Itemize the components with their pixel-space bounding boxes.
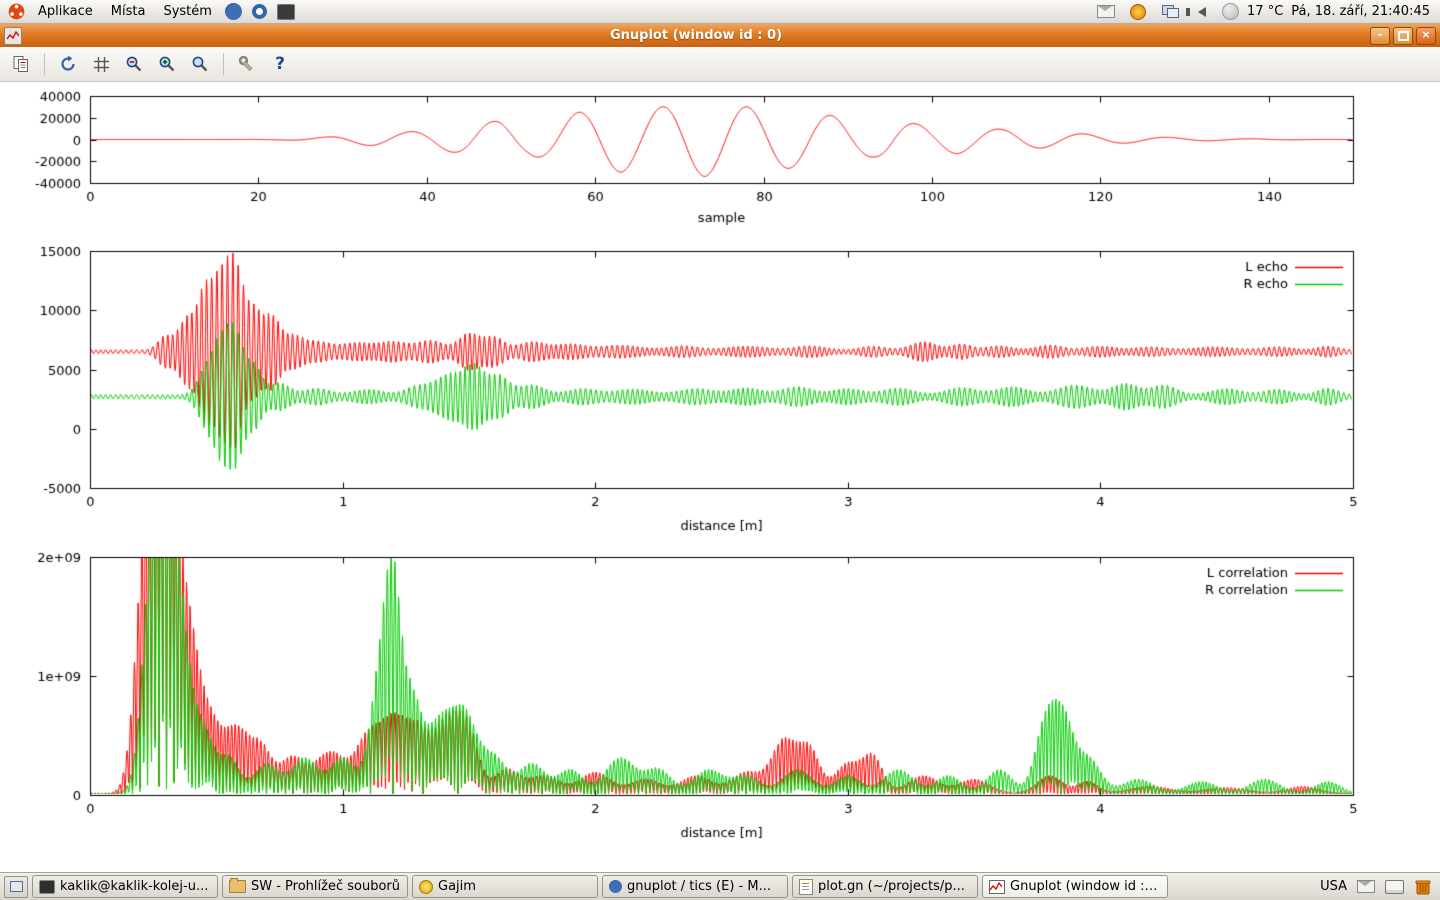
task-file-manager[interactable]: SW - Prohlížeč souborů [222, 875, 408, 898]
gajim-icon [419, 880, 433, 894]
volume-icon[interactable] [1193, 3, 1211, 21]
task-label: Gnuplot (window id : 0) [1010, 879, 1161, 894]
terminal-icon [39, 880, 55, 894]
window-title: Gnuplot (window id : 0) [22, 28, 1370, 43]
firefox-launcher-icon[interactable] [225, 3, 243, 21]
gnuplot-icon [989, 880, 1005, 894]
trash-icon[interactable] [1414, 878, 1432, 896]
gnuplot-window: Gnuplot (window id : 0) – × ? [0, 24, 1440, 872]
task-label: SW - Prohlížeč souborů [251, 879, 400, 894]
menu-system[interactable]: Systém [155, 2, 219, 21]
mail-notification-icon[interactable] [1097, 3, 1115, 21]
panel-clock[interactable]: Pá, 18. září, 21:40:45 [1291, 4, 1430, 19]
gnuplot-plot-area[interactable] [0, 82, 1440, 872]
task-label: kaklik@kaklik-kolej-u... [60, 879, 208, 894]
show-desktop-button[interactable] [4, 876, 28, 898]
task-label: plot.gn (~/projects/p... [818, 879, 965, 894]
task-label: gnuplot / tics (E) - M... [627, 879, 771, 894]
help-icon[interactable]: ? [267, 51, 293, 77]
menu-places[interactable]: Místa [103, 2, 154, 21]
configure-icon[interactable] [234, 51, 260, 77]
autoscale-icon[interactable] [187, 51, 213, 77]
menu-applications[interactable]: Aplikace [30, 2, 101, 21]
zoom-next-icon[interactable] [154, 51, 180, 77]
task-terminal[interactable]: kaklik@kaklik-kolej-u... [32, 875, 218, 898]
ubuntu-logo-icon[interactable] [7, 3, 25, 21]
help-launcher-icon[interactable] [251, 3, 269, 21]
keyboard-layout-indicator[interactable]: USA [1320, 879, 1347, 894]
window-icon [4, 27, 22, 45]
window-titlebar[interactable]: Gnuplot (window id : 0) – × [0, 24, 1440, 47]
task-gnuplot[interactable]: Gnuplot (window id : 0) [982, 875, 1168, 898]
text-editor-icon [799, 879, 813, 895]
updates-icon[interactable] [1129, 3, 1147, 21]
weather-temp[interactable]: 17 °C [1247, 4, 1283, 19]
weather-icon[interactable] [1222, 3, 1239, 20]
gnome-top-panel: Aplikace Místa Systém 17 °C Pá, 18. září… [0, 0, 1440, 24]
displays-icon[interactable] [1161, 3, 1179, 21]
toolbar-separator [44, 53, 45, 75]
task-label: Gajim [438, 879, 476, 894]
keyboard-icon[interactable] [1385, 880, 1404, 894]
terminal-launcher-icon[interactable] [277, 3, 295, 21]
gnuplot-toolbar: ? [0, 47, 1440, 82]
toolbar-separator [223, 53, 224, 75]
zoom-previous-icon[interactable] [121, 51, 147, 77]
toggle-grid-icon[interactable] [88, 51, 114, 77]
mail-tray-icon[interactable] [1357, 880, 1375, 893]
browser-icon [609, 880, 622, 893]
replot-icon[interactable] [55, 51, 81, 77]
task-gajim[interactable]: Gajim [412, 875, 598, 898]
maximize-button[interactable] [1393, 27, 1413, 45]
taskbar: kaklik@kaklik-kolej-u... SW - Prohlížeč … [0, 872, 1440, 900]
task-browser[interactable]: gnuplot / tics (E) - M... [602, 875, 788, 898]
minimize-button[interactable]: – [1370, 27, 1390, 45]
file-manager-icon [229, 880, 246, 893]
close-button[interactable]: × [1416, 27, 1436, 45]
copy-to-clipboard-icon[interactable] [8, 51, 34, 77]
task-text-editor[interactable]: plot.gn (~/projects/p... [792, 875, 978, 898]
